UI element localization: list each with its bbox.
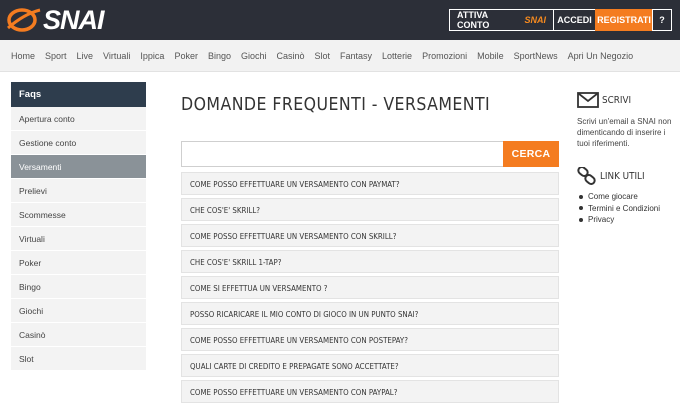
sidebar-item-casino[interactable]: Casinò	[11, 323, 146, 347]
faq-item[interactable]: POSSO RICARICARE IL MIO CONTO DI GIOCO I…	[181, 302, 559, 325]
faq-question: QUALI CARTE DI CREDITO E PREPAGATE SONO …	[190, 360, 399, 371]
nav-item-giochi[interactable]: Giochi	[241, 51, 267, 61]
sidebar-item-gestione-conto[interactable]: Gestione conto	[11, 131, 146, 155]
faq-question: COME POSSO EFFETTUARE UN VERSAMENTO CON …	[190, 178, 400, 189]
faq-item[interactable]: QUALI CARTE DI CREDITO E PREPAGATE SONO …	[181, 354, 559, 377]
logo-swoosh-icon	[7, 8, 41, 32]
scrivi-text: Scrivi un'email a SNAI non dimenticando …	[577, 117, 672, 148]
nav-item-live[interactable]: Live	[77, 51, 94, 61]
cerca-button[interactable]: CERCA	[503, 141, 559, 167]
link-utili-title: LINK UTILI	[600, 170, 645, 182]
registrati-button[interactable]: REGISTRATI	[595, 9, 653, 31]
faq-item[interactable]: COME POSSO EFFETTUARE UN VERSAMENTO CON …	[181, 328, 559, 351]
sidebar-item-giochi[interactable]: Giochi	[11, 299, 146, 323]
link-label: Termini e Condizioni	[588, 203, 661, 213]
bullet-icon	[579, 194, 583, 199]
faq-question: COME POSSO EFFETTUARE UN VERSAMENTO CON …	[190, 230, 397, 241]
faq-question: COME POSSO EFFETTUARE UN VERSAMENTO CON …	[190, 334, 408, 345]
sidebar-item-virtuali[interactable]: Virtuali	[11, 227, 146, 251]
scrivi-heading[interactable]: SCRIVI	[577, 91, 680, 109]
nav-item-promozioni[interactable]: Promozioni	[422, 51, 467, 61]
envelope-icon	[577, 92, 599, 108]
search-input[interactable]	[181, 141, 503, 167]
accedi-button[interactable]: ACCEDI	[553, 9, 596, 31]
faq-question: POSSO RICARICARE IL MIO CONTO DI GIOCO I…	[190, 308, 419, 319]
nav-item-mobile[interactable]: Mobile	[477, 51, 504, 61]
nav-item-apri-negozio[interactable]: Apri Un Negozio	[568, 51, 634, 61]
link-utili-heading: LINK UTILI	[577, 167, 680, 185]
faq-question: CHE COS'E' SKRILL?	[190, 204, 261, 215]
snai-logo[interactable]: SNAI	[6, 4, 105, 36]
page-title: DOMANDE FREQUENTI - VERSAMENTI	[181, 95, 491, 115]
attiva-conto-label: ATTIVA CONTO	[457, 10, 490, 30]
nav-item-slot[interactable]: Slot	[315, 51, 331, 61]
nav-item-poker[interactable]: Poker	[174, 51, 198, 61]
faq-sidebar: Faqs Apertura conto Gestione conto Versa…	[11, 82, 146, 371]
logo-text: SNAI	[43, 4, 105, 35]
link-termini-condizioni[interactable]: Termini e Condizioni	[577, 203, 680, 215]
nav-item-virtuali[interactable]: Virtuali	[103, 51, 130, 61]
sidebar-item-scommesse[interactable]: Scommesse	[11, 203, 146, 227]
sidebar-item-apertura-conto[interactable]: Apertura conto	[11, 107, 146, 131]
sidebar-item-bingo[interactable]: Bingo	[11, 275, 146, 299]
link-icon	[577, 167, 596, 185]
account-buttons: ATTIVA CONTO SNAI ACCEDI REGISTRATI ?	[449, 9, 672, 31]
nav-item-home[interactable]: Home	[11, 51, 35, 61]
faq-item[interactable]: COME SI EFFETTUA UN VERSAMENTO ?	[181, 276, 559, 299]
sidebar-item-slot[interactable]: Slot	[11, 347, 146, 371]
punto-snai-badge: SNAI	[524, 15, 546, 25]
faq-item[interactable]: COME POSSO EFFETTUARE UN VERSAMENTO CON …	[181, 172, 559, 195]
faq-item[interactable]: COME POSSO EFFETTUARE UN VERSAMENTO CON …	[181, 380, 559, 403]
nav-item-ippica[interactable]: Ippica	[140, 51, 164, 61]
top-header: SNAI ATTIVA CONTO SNAI ACCEDI REGISTRATI…	[0, 0, 680, 40]
sidebar-item-versamenti[interactable]: Versamenti	[11, 155, 146, 179]
faq-question: CHE COS'E' SKRILL 1-TAP?	[190, 256, 282, 267]
sidebar-item-prelievi[interactable]: Prelievi	[11, 179, 146, 203]
right-column: SCRIVI Scrivi un'email a SNAI non diment…	[577, 91, 680, 226]
help-button[interactable]: ?	[652, 9, 672, 31]
sidebar-item-poker[interactable]: Poker	[11, 251, 146, 275]
nav-item-sportnews[interactable]: SportNews	[514, 51, 558, 61]
sidebar-title: Faqs	[11, 82, 146, 107]
link-label: Come giocare	[588, 192, 638, 201]
faq-question: COME POSSO EFFETTUARE UN VERSAMENTO CON …	[190, 386, 398, 397]
faq-item[interactable]: CHE COS'E' SKRILL?	[181, 198, 559, 221]
scrivi-title: SCRIVI	[602, 94, 632, 106]
faq-question: COME SI EFFETTUA UN VERSAMENTO ?	[190, 282, 328, 293]
nav-item-fantasy[interactable]: Fantasy	[340, 51, 372, 61]
faq-item[interactable]: COME POSSO EFFETTUARE UN VERSAMENTO CON …	[181, 224, 559, 247]
bullet-icon	[579, 217, 583, 222]
link-come-giocare[interactable]: Come giocare	[577, 191, 680, 203]
link-privacy[interactable]: Privacy	[577, 214, 680, 226]
nav-item-lotterie[interactable]: Lotterie	[382, 51, 412, 61]
faq-list: COME POSSO EFFETTUARE UN VERSAMENTO CON …	[181, 172, 559, 406]
nav-item-bingo[interactable]: Bingo	[208, 51, 231, 61]
faq-search: CERCA	[181, 141, 559, 167]
faq-item[interactable]: CHE COS'E' SKRILL 1-TAP?	[181, 250, 559, 273]
link-label: Privacy	[588, 215, 615, 224]
link-utili-list: Come giocare Termini e Condizioni Privac…	[577, 191, 680, 226]
bullet-icon	[579, 206, 583, 211]
main-nav: Home Sport Live Virtuali Ippica Poker Bi…	[0, 40, 680, 72]
nav-item-casino[interactable]: Casinò	[277, 51, 305, 61]
attiva-conto-button[interactable]: ATTIVA CONTO SNAI	[449, 9, 554, 31]
nav-item-sport[interactable]: Sport	[45, 51, 67, 61]
